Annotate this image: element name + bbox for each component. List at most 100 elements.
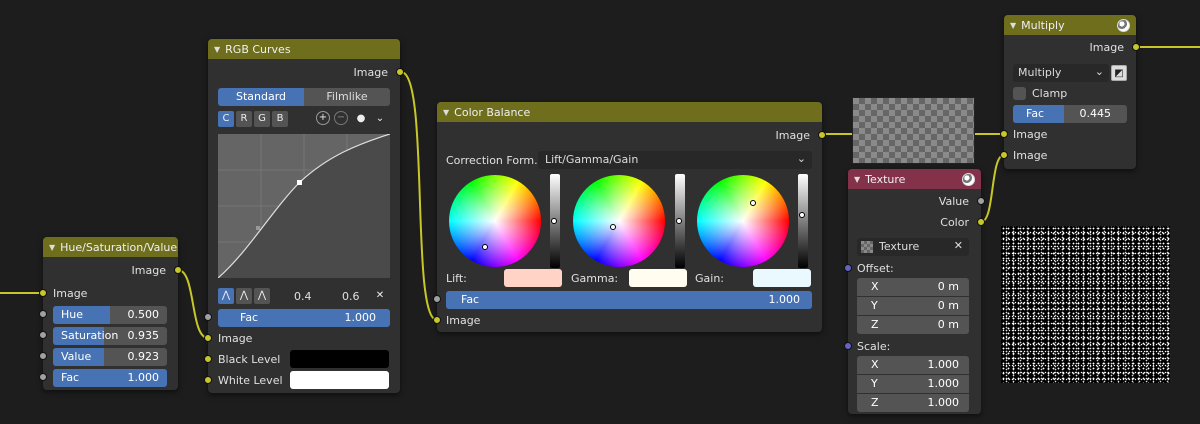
gamma-color-wheel[interactable] bbox=[573, 175, 665, 267]
fac-field[interactable]: Fac 1.000 bbox=[446, 291, 812, 309]
delete-point-icon[interactable]: ✕ bbox=[372, 288, 388, 304]
input-image-socket[interactable] bbox=[39, 289, 47, 297]
value-socket[interactable] bbox=[39, 352, 47, 360]
gain-color-wheel[interactable] bbox=[697, 175, 789, 267]
free-handle-icon[interactable]: ⋀ bbox=[254, 288, 270, 304]
lift-wheel-cursor[interactable] bbox=[482, 244, 488, 250]
color-balance-node[interactable]: ▼ Color Balance Image Correction Form...… bbox=[433, 102, 826, 332]
black-level-swatch[interactable] bbox=[290, 350, 389, 368]
input-image-2-socket[interactable] bbox=[1000, 151, 1008, 159]
output-value-label: Value bbox=[938, 195, 969, 208]
gamma-wheel-cursor[interactable] bbox=[610, 224, 616, 230]
saturation-field[interactable]: Saturation 0.935 bbox=[53, 327, 167, 345]
fac-field[interactable]: Fac 0.445 bbox=[1013, 105, 1127, 123]
point-y-value[interactable]: 0.6 bbox=[342, 290, 360, 303]
black-level-socket[interactable] bbox=[204, 355, 212, 363]
gamma-label: Gamma: bbox=[571, 272, 619, 285]
zoom-out-icon[interactable]: − bbox=[334, 111, 348, 125]
close-icon[interactable]: ✕ bbox=[954, 239, 963, 252]
fac-field[interactable]: Fac 1.000 bbox=[218, 309, 390, 327]
auto-handle-icon[interactable]: ⋀ bbox=[218, 288, 234, 304]
gain-value-slider[interactable] bbox=[798, 174, 808, 268]
collapse-chevron-icon[interactable]: ▼ bbox=[49, 243, 55, 252]
node-header[interactable]: ▼ Texture bbox=[848, 169, 981, 189]
output-value-socket[interactable] bbox=[977, 197, 985, 205]
tab-standard[interactable]: Standard bbox=[218, 88, 304, 106]
hue-field[interactable]: Hue 0.500 bbox=[53, 306, 167, 324]
node-title: RGB Curves bbox=[225, 42, 291, 56]
correction-formula-dropdown[interactable]: Lift/Gamma/Gain ⌄ bbox=[538, 151, 812, 169]
gamma-color-swatch[interactable] bbox=[629, 269, 687, 287]
fac-socket[interactable] bbox=[204, 313, 212, 321]
lift-value-slider[interactable] bbox=[550, 174, 560, 268]
input-image-label: Image bbox=[446, 314, 481, 327]
node-header[interactable]: ▼ RGB Curves bbox=[208, 39, 400, 59]
scale-z-field[interactable]: Z 1.000 bbox=[857, 394, 969, 412]
node-header[interactable]: ▼ Color Balance bbox=[437, 102, 822, 122]
node-editor-canvas[interactable]: ▼ Hue/Saturation/Value Image Image Hue 0… bbox=[0, 0, 1200, 424]
offset-x-field[interactable]: X0 m bbox=[857, 278, 969, 296]
offset-z-field[interactable]: Z0 m bbox=[857, 316, 969, 334]
value-field[interactable]: Value 0.923 bbox=[53, 348, 167, 366]
vector-handle-icon[interactable]: ⋀ bbox=[236, 288, 252, 304]
collapse-chevron-icon[interactable]: ▼ bbox=[214, 45, 220, 54]
preview-toggle-icon[interactable] bbox=[962, 172, 975, 186]
channel-c-button[interactable]: C bbox=[218, 111, 234, 127]
fac-field[interactable]: Fac 1.000 bbox=[53, 369, 167, 387]
hue-socket[interactable] bbox=[39, 310, 47, 318]
input-image-socket[interactable] bbox=[433, 316, 441, 324]
gain-color-swatch[interactable] bbox=[753, 269, 811, 287]
rgb-curves-node[interactable]: ▼ RGB Curves Image Standard Filmlike C R… bbox=[204, 39, 404, 393]
hue-saturation-value-node[interactable]: ▼ Hue/Saturation/Value Image Image Hue 0… bbox=[39, 237, 182, 390]
chevron-down-icon[interactable]: ⌄ bbox=[372, 111, 388, 127]
tab-filmlike[interactable]: Filmlike bbox=[304, 88, 390, 106]
preview-toggle-icon[interactable] bbox=[1117, 18, 1130, 32]
collapse-chevron-icon[interactable]: ▼ bbox=[1010, 21, 1016, 30]
input-image-label: Image bbox=[53, 287, 88, 300]
output-image-socket[interactable] bbox=[174, 266, 182, 274]
lift-color-swatch[interactable] bbox=[504, 269, 562, 287]
offset-socket[interactable] bbox=[844, 264, 852, 272]
gain-label: Gain: bbox=[695, 272, 724, 285]
lift-color-wheel[interactable] bbox=[449, 175, 541, 267]
channel-r-button[interactable]: R bbox=[236, 111, 252, 127]
node-header[interactable]: ▼ Multiply bbox=[1004, 15, 1136, 35]
fac-socket[interactable] bbox=[39, 373, 47, 381]
white-level-swatch[interactable] bbox=[290, 371, 389, 389]
collapse-chevron-icon[interactable]: ▼ bbox=[443, 108, 449, 117]
node-title: Multiply bbox=[1021, 18, 1065, 32]
saturation-socket[interactable] bbox=[39, 331, 47, 339]
output-color-socket[interactable] bbox=[977, 218, 985, 226]
offset-y-field[interactable]: Y0 m bbox=[857, 297, 969, 315]
collapse-chevron-icon[interactable]: ▼ bbox=[854, 175, 860, 184]
fac-socket[interactable] bbox=[433, 295, 441, 303]
clamp-checkbox[interactable] bbox=[1013, 87, 1026, 100]
clamp-label: Clamp bbox=[1032, 87, 1068, 100]
zoom-in-icon[interactable]: + bbox=[316, 111, 330, 125]
scale-y-field[interactable]: Y 1.000 bbox=[857, 375, 969, 393]
texture-selector[interactable]: Texture ✕ bbox=[857, 238, 969, 256]
output-image-label: Image bbox=[131, 264, 166, 277]
input-image-socket[interactable] bbox=[204, 334, 212, 342]
input-image-1-socket[interactable] bbox=[1000, 130, 1008, 138]
scale-x-field[interactable]: X 1.000 bbox=[857, 356, 969, 374]
white-level-label: White Level bbox=[218, 374, 283, 387]
curve-graph[interactable] bbox=[218, 134, 390, 278]
output-image-socket[interactable] bbox=[818, 131, 826, 139]
curve-mode-tabs: Standard Filmlike bbox=[218, 88, 390, 106]
scale-socket[interactable] bbox=[844, 342, 852, 350]
texture-node[interactable]: ▼ Texture Value Color Texture ✕ Offset: … bbox=[844, 169, 985, 414]
gamma-value-slider[interactable] bbox=[675, 174, 685, 268]
use-alpha-icon[interactable]: ◩ bbox=[1111, 65, 1127, 81]
channel-b-button[interactable]: B bbox=[272, 111, 288, 127]
blend-mode-dropdown[interactable]: Multiply ⌄ bbox=[1013, 64, 1109, 82]
multiply-node[interactable]: ▼ Multiply Image Multiply ⌄ ◩ Clamp Fac … bbox=[1000, 15, 1140, 169]
white-level-socket[interactable] bbox=[204, 376, 212, 384]
curve-tools-icon[interactable]: ● bbox=[354, 112, 368, 126]
channel-g-button[interactable]: G bbox=[254, 111, 270, 127]
output-image-socket[interactable] bbox=[1132, 43, 1140, 51]
point-x-value[interactable]: 0.4 bbox=[294, 290, 312, 303]
output-image-socket[interactable] bbox=[396, 68, 404, 76]
node-header[interactable]: ▼ Hue/Saturation/Value bbox=[43, 237, 178, 257]
gain-wheel-cursor[interactable] bbox=[750, 200, 756, 206]
